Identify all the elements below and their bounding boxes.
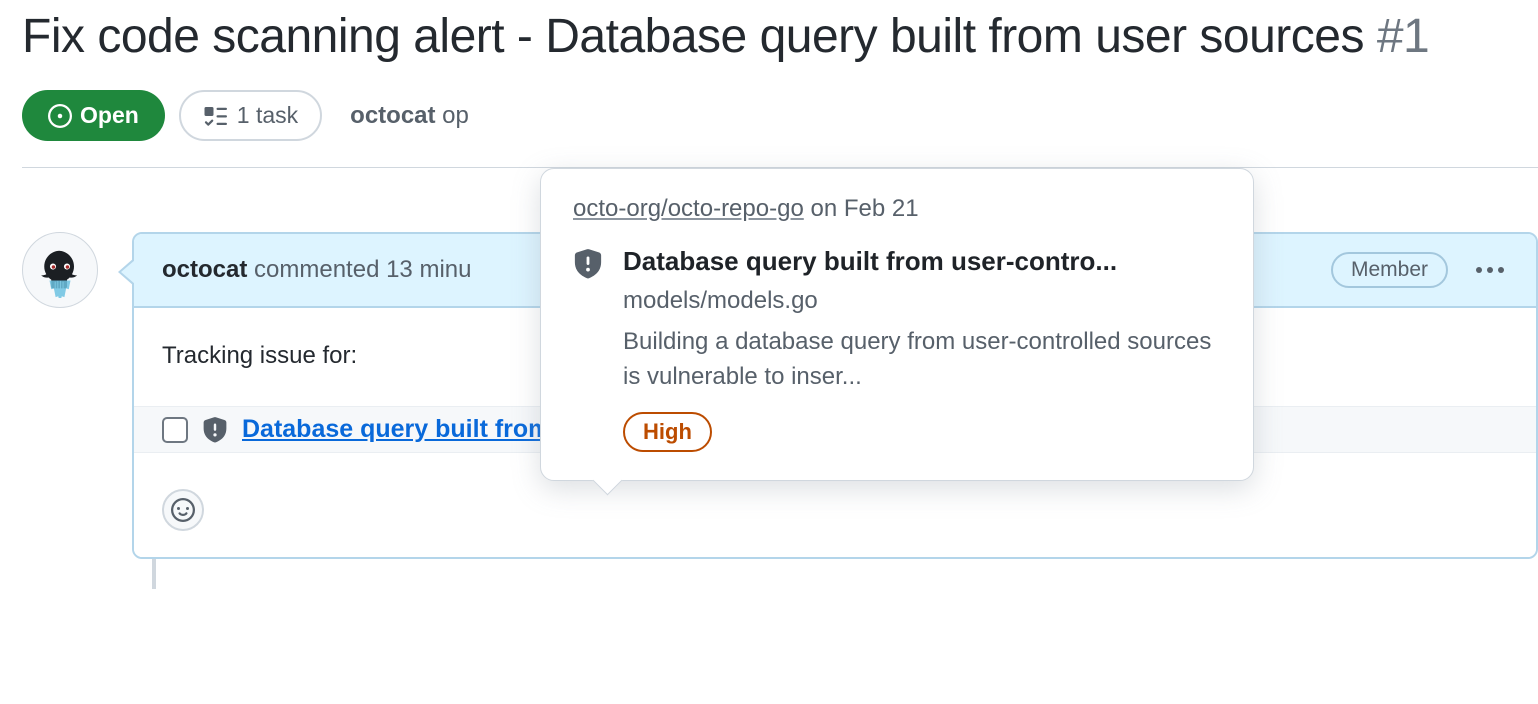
tasks-count: 1 task xyxy=(237,102,298,129)
member-badge: Member xyxy=(1331,252,1448,288)
comment-header-text: octocat commented 13 minu xyxy=(162,256,471,284)
state-label: Open xyxy=(80,102,139,129)
comment-header-actions: Member xyxy=(1331,252,1508,288)
state-open-badge: Open xyxy=(22,90,165,141)
tasklist-icon xyxy=(203,104,227,128)
task-checkbox[interactable] xyxy=(162,417,188,443)
issue-number: #1 xyxy=(1377,10,1429,63)
hovercard-alert-title: Database query built from user-contro... xyxy=(623,245,1221,279)
issue-meta-row: Open 1 task octocat op xyxy=(22,90,1538,168)
kebab-menu-button[interactable] xyxy=(1472,263,1508,277)
comment-action-text: commented 13 minu xyxy=(247,256,471,283)
hovercard-file-path: models/models.go xyxy=(623,287,1221,315)
timeline-connector xyxy=(152,559,156,589)
kebab-dot-icon xyxy=(1476,267,1482,273)
smiley-icon xyxy=(171,498,195,522)
comment-author[interactable]: octocat xyxy=(162,256,247,283)
tasks-badge[interactable]: 1 task xyxy=(179,90,322,141)
octocat-icon xyxy=(32,242,88,298)
hovercard-date: on Feb 21 xyxy=(804,195,919,222)
alert-hovercard: octo-org/octo-repo-go on Feb 21 Database… xyxy=(540,168,1254,481)
hovercard-repo-row: octo-org/octo-repo-go on Feb 21 xyxy=(573,195,1221,223)
meta-author[interactable]: octocat xyxy=(350,102,435,129)
meta-action-text: op xyxy=(436,102,469,129)
shield-icon xyxy=(202,417,228,443)
kebab-dot-icon xyxy=(1498,267,1504,273)
issue-open-icon xyxy=(48,104,72,128)
add-reaction-button[interactable] xyxy=(162,489,204,531)
hovercard-main: Database query built from user-contro...… xyxy=(573,245,1221,452)
issue-title-text: Fix code scanning alert - Database query… xyxy=(22,10,1364,63)
kebab-dot-icon xyxy=(1487,267,1493,273)
severity-high-badge: High xyxy=(623,412,712,452)
issue-opened-by: octocat op xyxy=(350,102,469,130)
issue-title: Fix code scanning alert - Database query… xyxy=(22,0,1538,68)
shield-icon xyxy=(573,249,603,279)
hovercard-repo-link[interactable]: octo-org/octo-repo-go xyxy=(573,195,804,222)
avatar[interactable] xyxy=(22,232,98,308)
hovercard-description: Building a database query from user-con­… xyxy=(623,325,1221,395)
hovercard-content: Database query built from user-contro...… xyxy=(623,245,1221,452)
